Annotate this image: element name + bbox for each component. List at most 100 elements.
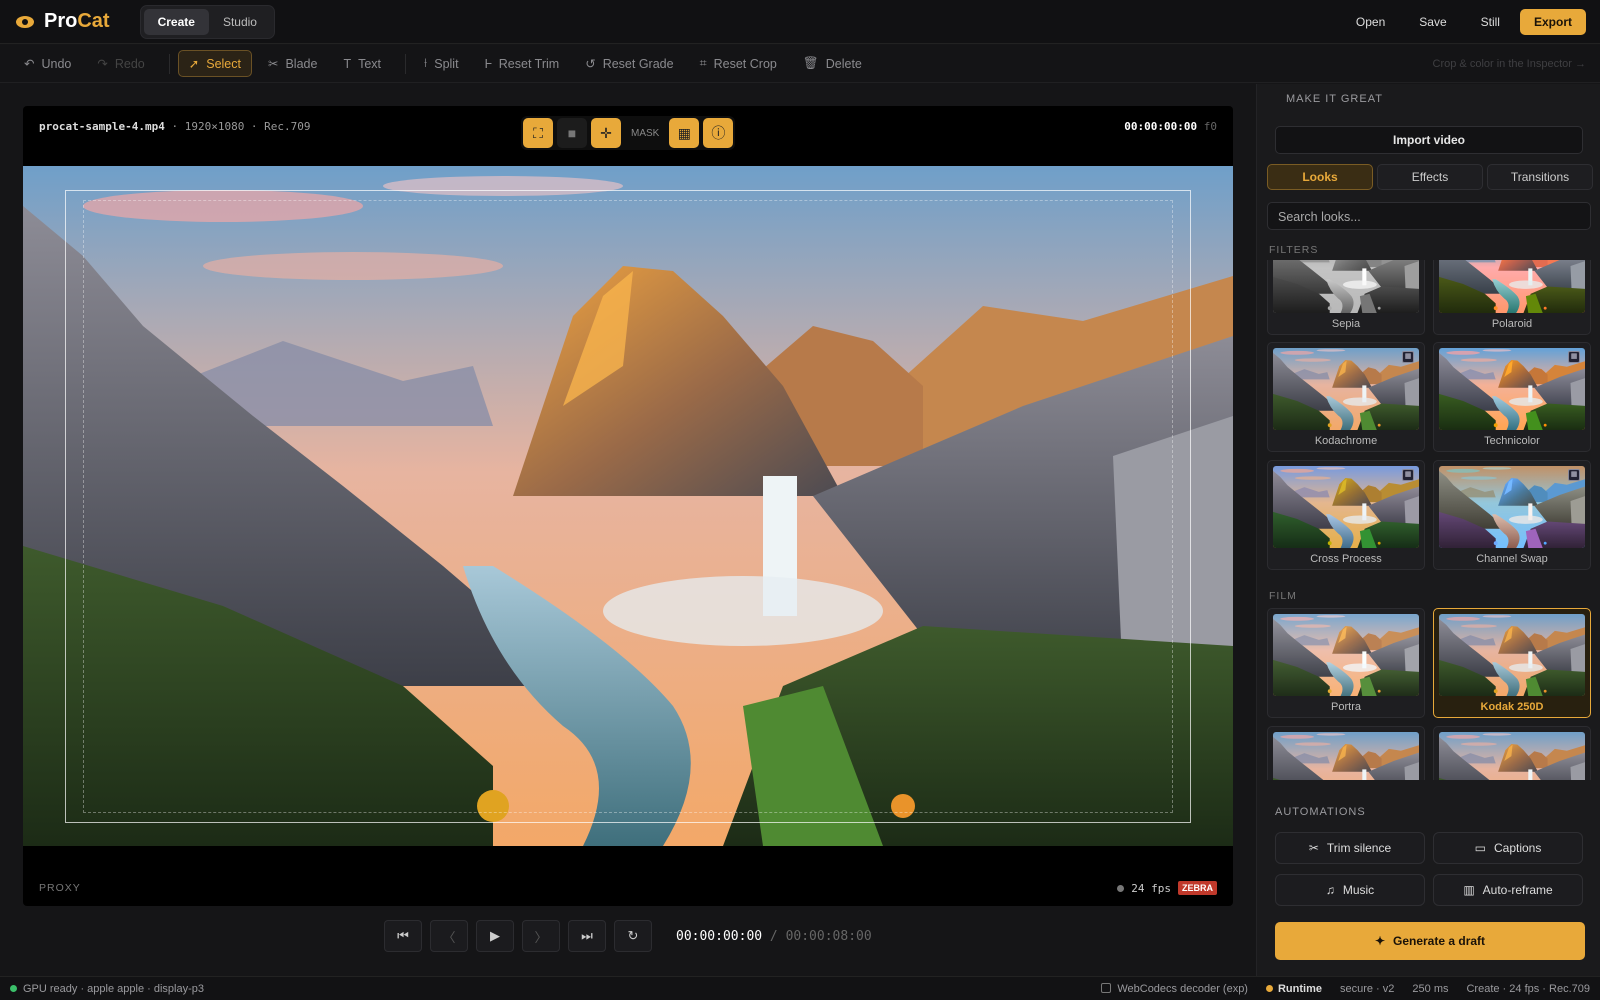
square-icon: ■ [567, 125, 577, 141]
look-label: Kodachrome [1314, 435, 1378, 447]
redo-button[interactable]: ↷ Redo [87, 51, 154, 76]
clip-info: procat-sample-4.mp4 · 1920×1080 · Rec.70… [39, 120, 311, 133]
checker-button[interactable]: ▦ [669, 118, 700, 148]
still-button[interactable]: Still [1467, 9, 1514, 35]
status-right: WebCodecs decoder (exp) Runtime secure ·… [1101, 982, 1590, 995]
grid-badge-icon: ▦ [1402, 351, 1414, 363]
look-card-portra[interactable]: Portra [1267, 608, 1425, 718]
play-button[interactable]: ▶ [476, 920, 514, 952]
stop-button[interactable]: ■ [557, 118, 587, 148]
video-viewer[interactable]: procat-sample-4.mp4 · 1920×1080 · Rec.70… [23, 106, 1233, 906]
music-label: Music [1342, 883, 1375, 897]
look-card[interactable] [1433, 726, 1591, 780]
playhead-timecode: 00:00:00:00 / 00:00:08:00 [676, 929, 872, 944]
split-label: Split [434, 56, 459, 71]
reset-grade-label: Reset Grade [602, 56, 674, 71]
select-label: Select [206, 56, 241, 71]
crosshair-button[interactable]: ✛ [591, 118, 621, 148]
previous-frame-button[interactable]: 〈 [430, 920, 468, 952]
look-card-cross-process[interactable]: ▦ Cross Process [1267, 460, 1425, 570]
time-separator: / [762, 928, 786, 944]
look-thumbnail [1273, 614, 1419, 696]
mode-studio-tab[interactable]: Studio [209, 9, 271, 35]
generate-draft-label: Generate a draft [1393, 934, 1486, 948]
split-button[interactable]: ⟊ Split [414, 51, 469, 76]
filters-section-label: FILTERS [1269, 244, 1319, 256]
app-logo: Pro Cat [16, 10, 110, 33]
split-icon: ⟊ [424, 56, 428, 70]
import-video-button[interactable]: Import video [1275, 126, 1583, 154]
eye-logo-icon [16, 15, 34, 28]
look-label: Cross Process [1310, 553, 1382, 565]
delete-button[interactable]: 🗑 Delete [793, 51, 872, 76]
undo-icon: ↶ [24, 57, 35, 71]
auto-reframe-button[interactable]: ▥ Auto-reframe [1433, 874, 1583, 906]
chevron-left-icon: 〈 [442, 929, 456, 945]
text-label: Text [358, 56, 382, 71]
film-grid: Portra Kodak 250D [1267, 608, 1591, 780]
text-tool-button[interactable]: T Text [333, 52, 391, 76]
generate-draft-button[interactable]: ✦ Generate a draft [1275, 922, 1585, 960]
look-card-polaroid[interactable]: Polaroid [1433, 260, 1591, 335]
export-button[interactable]: Export [1519, 9, 1586, 35]
blade-label: Blade [285, 56, 318, 71]
inspector-hint: Crop & color in the Inspector → [1432, 57, 1586, 70]
look-card-kodachrome[interactable]: ▦ Kodachrome [1267, 342, 1425, 452]
zebra-badge[interactable]: ZEBRA [1178, 881, 1217, 895]
go-to-end-button[interactable]: ⏭ [568, 920, 606, 952]
app-name-pro: Pro [44, 10, 78, 32]
loop-button[interactable]: ↻ [614, 920, 652, 952]
info-icon: ⓘ [711, 125, 726, 141]
fps-indicator: 24 fps ZEBRA [1117, 881, 1217, 895]
tab-looks[interactable]: Looks [1267, 164, 1373, 190]
captions-label: Captions [1493, 841, 1542, 855]
crosshair-icon: ✛ [600, 124, 612, 141]
viewer-timecode: 00:00:00:00 f0 [1124, 120, 1217, 133]
music-button[interactable]: ♫ Music [1275, 874, 1425, 906]
trim-silence-button[interactable]: ✂ Trim silence [1275, 832, 1425, 864]
toolbar-divider [168, 53, 170, 74]
look-card-sepia[interactable]: Sepia [1267, 260, 1425, 335]
info-button[interactable]: ⓘ [703, 118, 734, 148]
reset-crop-button[interactable]: ⌗ Reset Crop [690, 51, 787, 76]
webcodecs-label: WebCodecs decoder (exp) [1117, 982, 1248, 995]
reset-grade-button[interactable]: ↺ Reset Grade [575, 51, 683, 76]
undo-button[interactable]: ↶ Undo [14, 51, 81, 76]
go-to-start-button[interactable]: ⏮ [384, 920, 422, 952]
text-icon: T [343, 56, 352, 71]
clip-filename: procat-sample-4.mp4 [39, 120, 165, 133]
viewer-overlay-tools: ⛶ ■ ✛ MASK ▦ ⓘ [521, 116, 736, 150]
tab-effects[interactable]: Effects [1377, 164, 1483, 190]
chevron-right-icon: 〉 [534, 929, 548, 945]
auto-reframe-label: Auto-reframe [1482, 883, 1553, 897]
rotate-ccw-icon: ↺ [585, 57, 596, 71]
look-card[interactable] [1267, 726, 1425, 780]
status-bar: GPU ready · apple apple · display-p3 Web… [0, 976, 1600, 1000]
tab-transitions[interactable]: Transitions [1487, 164, 1593, 190]
open-button[interactable]: Open [1342, 9, 1399, 35]
look-label: Kodak 250D [1480, 701, 1544, 713]
next-frame-button[interactable]: 〉 [522, 920, 560, 952]
mode-create-tab[interactable]: Create [143, 8, 209, 35]
look-card-technicolor[interactable]: ▦ Technicolor [1433, 342, 1591, 452]
loop-icon: ↻ [627, 928, 639, 943]
search-looks-input[interactable]: Search looks... [1267, 202, 1591, 230]
project-summary: Create · 24 fps · Rec.709 [1466, 982, 1590, 995]
blade-tool-button[interactable]: ✂ Blade [258, 51, 327, 76]
fit-screen-button[interactable]: ⛶ [523, 118, 553, 148]
webcodecs-toggle[interactable]: WebCodecs decoder (exp) [1101, 982, 1248, 995]
viewer-frame: f0 [1203, 120, 1217, 133]
look-card-channel-swap[interactable]: ▦ Channel Swap [1433, 460, 1591, 570]
film-section-label: FILM [1269, 590, 1297, 602]
look-label: Channel Swap [1476, 553, 1548, 565]
reset-trim-button[interactable]: Ⱶ Reset Trim [475, 52, 570, 76]
save-button[interactable]: Save [1405, 9, 1460, 35]
select-tool-button[interactable]: ➚ Select [177, 50, 252, 77]
expand-icon: ⛶ [533, 124, 543, 141]
mask-toggle[interactable]: MASK [625, 118, 665, 148]
runtime-indicator: Runtime [1265, 983, 1322, 995]
captions-button[interactable]: ▭ Captions [1433, 832, 1583, 864]
delete-label: Delete [825, 56, 862, 71]
sparkle-icon: ✦ [1374, 934, 1385, 948]
look-card-kodak-250d[interactable]: Kodak 250D [1433, 608, 1591, 718]
